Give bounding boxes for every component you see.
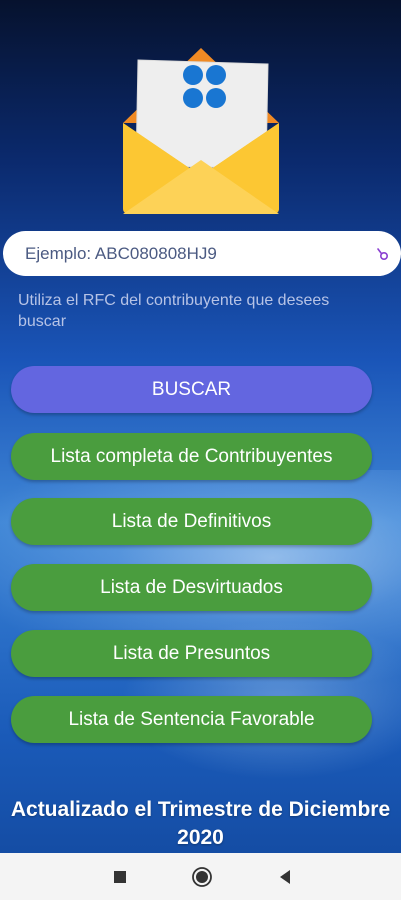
rfc-search-field[interactable] xyxy=(3,231,401,276)
update-notice: Actualizado el Trimestre de Diciembre 20… xyxy=(0,796,401,852)
update-notice-line2: 2020 xyxy=(177,826,224,849)
envelope-logo-icon xyxy=(123,48,279,214)
rfc-hint-text: Utiliza el RFC del contribuyente que des… xyxy=(18,292,330,330)
update-notice-line1: Actualizado el Trimestre de Diciembre xyxy=(10,798,391,821)
presumed-list-button[interactable]: Lista de Presuntos xyxy=(11,630,372,677)
recents-button[interactable] xyxy=(90,853,150,900)
disproved-list-button[interactable]: Lista de Desvirtuados xyxy=(11,564,372,611)
recents-icon xyxy=(114,870,126,883)
clear-icon[interactable] xyxy=(375,247,389,261)
definitive-list-button[interactable]: Lista de Definitivos xyxy=(11,498,372,545)
back-button[interactable] xyxy=(255,853,315,900)
system-nav-bar xyxy=(0,853,401,900)
home-icon xyxy=(192,866,212,887)
home-button[interactable] xyxy=(172,853,232,900)
rfc-input[interactable] xyxy=(23,242,357,265)
app-screen: Utiliza el RFC del contribuyente que des… xyxy=(0,0,401,900)
complete-list-button[interactable]: Lista completa de Contribuyentes xyxy=(11,433,372,480)
favorable-sentence-list-button[interactable]: Lista de Sentencia Favorable xyxy=(11,696,372,743)
search-button[interactable]: BUSCAR xyxy=(11,366,372,413)
back-icon xyxy=(280,869,290,884)
